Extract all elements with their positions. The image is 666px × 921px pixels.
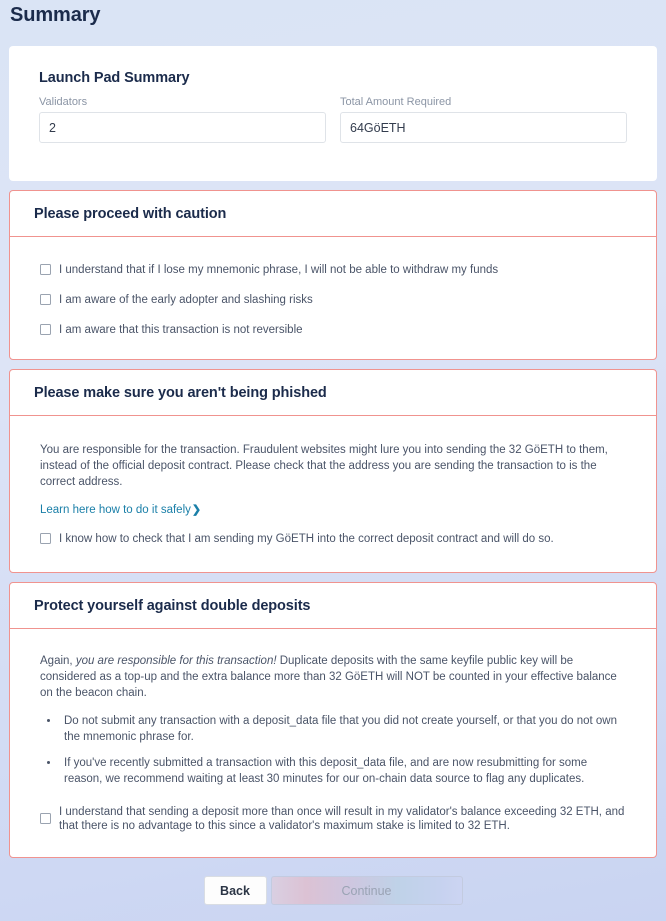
list-item: Do not submit any transaction with a dep…	[60, 713, 626, 745]
caution-checkbox-row-2[interactable]: I am aware of the early adopter and slas…	[40, 293, 626, 307]
caution-checkbox-label-3: I am aware that this transaction is not …	[59, 324, 303, 336]
double-deposits-card: Protect yourself against double deposits…	[9, 582, 657, 858]
learn-safely-link-text: Learn here how to do it safely	[40, 504, 191, 516]
phishing-card: Please make sure you aren't being phishe…	[9, 369, 657, 573]
double-deposits-paragraph: Again, you are responsible for this tran…	[40, 653, 626, 701]
caution-body: I understand that if I lose my mnemonic …	[10, 237, 656, 359]
learn-safely-link[interactable]: Learn here how to do it safely❯	[40, 503, 201, 516]
launch-pad-summary-card: Launch Pad Summary Validators 2 Total Am…	[9, 46, 657, 181]
checkbox-icon[interactable]	[40, 294, 51, 305]
double-deposits-body: Again, you are responsible for this tran…	[10, 629, 656, 857]
validators-field: Validators 2	[39, 96, 326, 143]
validators-input[interactable]: 2	[39, 112, 326, 143]
paragraph-italic: you are responsible for this transaction…	[75, 655, 277, 667]
validators-label: Validators	[39, 96, 88, 108]
caution-checkbox-row-3[interactable]: I am aware that this transaction is not …	[40, 323, 626, 337]
phishing-title: Please make sure you aren't being phishe…	[10, 370, 656, 416]
summary-page: Summary Launch Pad Summary Validators 2 …	[0, 0, 666, 921]
checkbox-icon[interactable]	[40, 324, 51, 335]
total-amount-input[interactable]: 64GöETH	[340, 112, 627, 143]
total-amount-label: Total Amount Required	[340, 96, 452, 108]
checkbox-icon[interactable]	[40, 533, 51, 544]
phishing-paragraph: You are responsible for the transaction.…	[40, 444, 608, 488]
caution-checkbox-label-1: I understand that if I lose my mnemonic …	[59, 264, 499, 276]
footer-actions: Back Continue	[0, 876, 666, 905]
double-deposits-title: Protect yourself against double deposits	[10, 583, 656, 629]
phishing-checkbox-label: I know how to check that I am sending my…	[59, 533, 554, 545]
page-title: Summary	[10, 4, 101, 26]
double-deposits-checkbox-label: I understand that sending a deposit more…	[59, 806, 625, 832]
phishing-body: You are responsible for the transaction.…	[10, 416, 656, 572]
caution-card: Please proceed with caution I understand…	[9, 190, 657, 360]
caution-checkbox-row-1[interactable]: I understand that if I lose my mnemonic …	[40, 263, 626, 277]
summary-heading: Launch Pad Summary	[39, 70, 190, 86]
checkbox-icon[interactable]	[40, 813, 51, 824]
summary-fields: Validators 2 Total Amount Required 64GöE…	[39, 96, 627, 143]
caution-title: Please proceed with caution	[10, 191, 656, 237]
chevron-right-icon: ❯	[191, 504, 202, 516]
continue-button[interactable]: Continue	[270, 876, 463, 905]
double-deposits-checkbox-row[interactable]: I understand that sending a deposit more…	[40, 805, 626, 833]
back-button[interactable]: Back	[203, 876, 267, 905]
list-item: If you've recently submitted a transacti…	[60, 755, 626, 787]
phishing-checkbox-row[interactable]: I know how to check that I am sending my…	[40, 532, 626, 546]
checkbox-icon[interactable]	[40, 264, 51, 275]
caution-checkbox-label-2: I am aware of the early adopter and slas…	[59, 294, 313, 306]
total-amount-field: Total Amount Required 64GöETH	[340, 96, 627, 143]
paragraph-prefix: Again,	[40, 655, 76, 667]
double-deposits-bullet-list: Do not submit any transaction with a dep…	[60, 713, 626, 787]
